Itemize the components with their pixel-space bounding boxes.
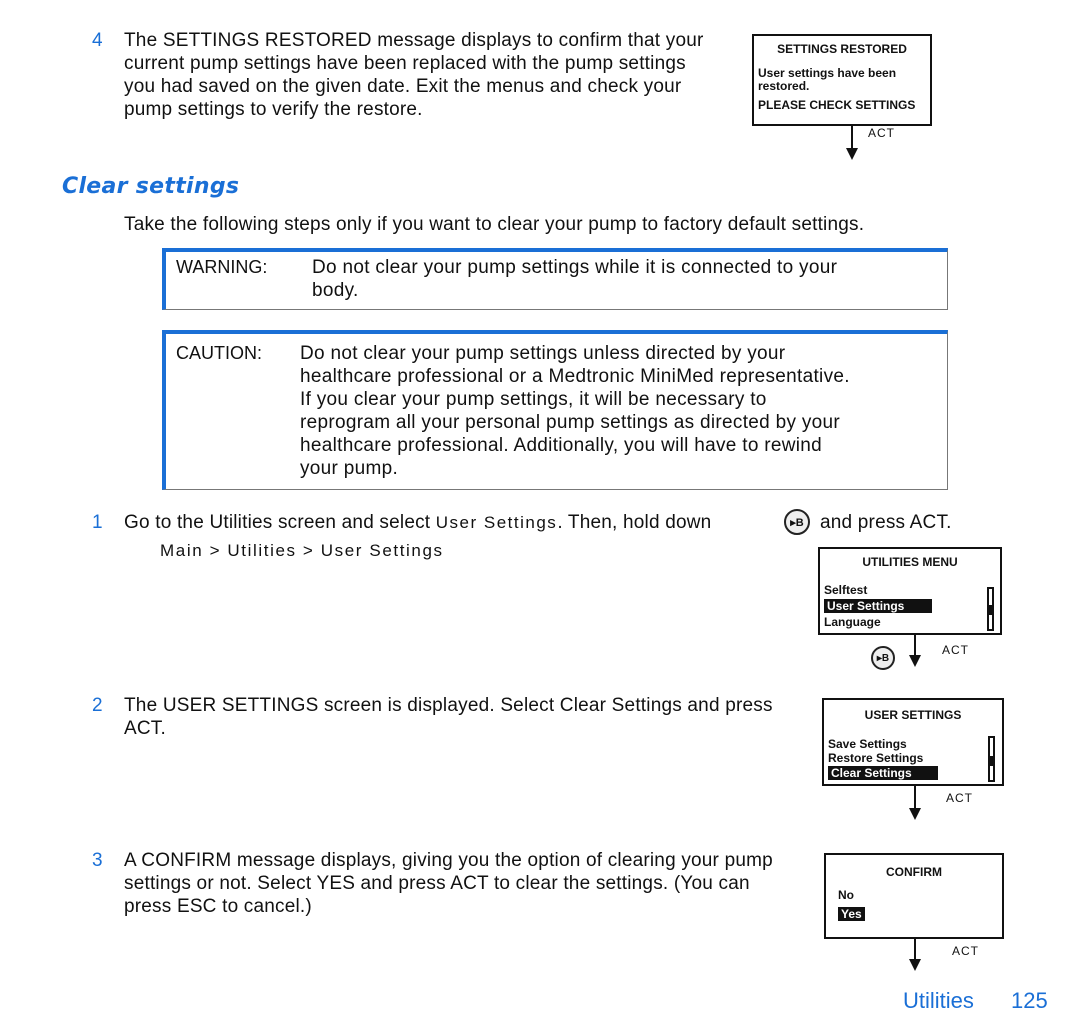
screen-title: SETTINGS RESTORED [777, 42, 907, 56]
text-line: healthcare professional. Additionally, y… [300, 435, 823, 456]
menu-option-selected: Clear Settings [828, 766, 938, 780]
menu-path: Main > Utilities > User Settings [160, 541, 444, 560]
arrow-head-icon [909, 808, 921, 820]
arrow-down-icon [851, 126, 853, 150]
menu-option-selected: User Settings [824, 599, 933, 613]
text-line: reprogram all your personal pump setting… [300, 412, 841, 433]
caution-text: Do not clear your pump settings unless d… [300, 342, 850, 480]
section-intro: Take the following steps only if you wan… [124, 214, 865, 235]
selected-label: Clear Settings [828, 766, 938, 780]
menu-option: Language [824, 615, 881, 629]
text-line: A CONFIRM message displays, giving you t… [124, 850, 773, 871]
caution-box: CAUTION: Do not clear your pump settings… [162, 330, 948, 490]
step-3-text: A CONFIRM message displays, giving you t… [124, 849, 804, 918]
menu-option: Selftest [824, 583, 868, 597]
screen-title: USER SETTINGS [864, 708, 962, 722]
step-1-text: Go to the Utilities screen and select Us… [124, 511, 711, 534]
step-number: 2 [92, 695, 103, 716]
text-line: If you clear your pump settings, it will… [300, 389, 767, 410]
screen-line: PLEASE CHECK SETTINGS [758, 98, 916, 112]
screen-line: restored. [758, 79, 810, 93]
text-line: Do not clear your pump settings while it… [312, 257, 838, 278]
step-text: . Then, hold down [557, 512, 712, 533]
text-line: The SETTINGS RESTORED message displays t… [124, 30, 704, 51]
arrow-down-icon [914, 635, 916, 657]
act-label: ACT [868, 126, 895, 140]
arrow-head-icon [909, 655, 921, 667]
section-heading: Clear settings [62, 174, 240, 199]
step-number: 1 [92, 512, 103, 533]
selected-label: User Settings [824, 599, 933, 613]
arrow-head-icon [846, 148, 858, 160]
caution-label: CAUTION: [176, 343, 263, 363]
menu-option: Restore Settings [828, 751, 924, 765]
menu-option: No [838, 888, 854, 902]
scroll-thumb [989, 605, 992, 615]
step-number: 3 [92, 850, 103, 871]
menu-option: Save Settings [828, 737, 907, 751]
text-line: ACT. [124, 718, 166, 739]
utilities-menu-screen: UTILITIES MENU Selftest User Settings La… [818, 547, 1002, 635]
menu-item-ref: User Settings [435, 513, 558, 532]
step-number: 4 [92, 30, 103, 51]
step-4-text: The SETTINGS RESTORED message displays t… [124, 29, 744, 121]
menu-option-selected: Yes [838, 907, 865, 921]
step-2-text: The USER SETTINGS screen is displayed. S… [124, 694, 804, 740]
text-line: The USER SETTINGS screen is displayed. S… [124, 695, 773, 716]
act-label: ACT [946, 791, 973, 805]
settings-restored-screen: SETTINGS RESTORED User settings have bee… [752, 34, 932, 126]
scroll-thumb [990, 756, 993, 766]
text-line: your pump. [300, 458, 399, 479]
warning-label: WARNING: [176, 257, 268, 277]
b-button-icon: ▸B [784, 509, 810, 535]
confirm-screen: CONFIRM No Yes [824, 853, 1004, 939]
step-text: and press ACT. [820, 512, 952, 533]
text-line: Do not clear your pump settings unless d… [300, 343, 786, 364]
b-button-icon: ▸B [871, 646, 895, 670]
text-line: body. [312, 280, 359, 301]
text-line: pump settings to verify the restore. [124, 99, 423, 120]
step-text: Go to the Utilities screen and select [124, 512, 431, 533]
screen-line: User settings have been [758, 66, 897, 80]
text-line: settings or not. Select YES and press AC… [124, 873, 750, 894]
footer-section: Utilities [903, 988, 974, 1013]
screen-title: UTILITIES MENU [862, 555, 958, 569]
text-line: press ESC to cancel.) [124, 896, 312, 917]
text-line: healthcare professional or a Medtronic M… [300, 366, 850, 387]
act-label: ACT [942, 643, 969, 657]
scrollbar [988, 736, 995, 782]
text-line: current pump settings have been replaced… [124, 53, 686, 74]
page-number: 125 [1011, 988, 1048, 1013]
arrow-head-icon [909, 959, 921, 971]
text-line: you had saved on the given date. Exit th… [124, 76, 682, 97]
arrow-down-icon [914, 939, 916, 961]
user-settings-screen: USER SETTINGS Save Settings Restore Sett… [822, 698, 1004, 786]
act-label: ACT [952, 944, 979, 958]
scrollbar [987, 587, 994, 631]
selected-label: Yes [838, 907, 865, 921]
screen-title: CONFIRM [886, 865, 942, 879]
warning-text: Do not clear your pump settings while it… [312, 256, 837, 302]
warning-box: WARNING: Do not clear your pump settings… [162, 248, 948, 310]
arrow-down-icon [914, 786, 916, 810]
